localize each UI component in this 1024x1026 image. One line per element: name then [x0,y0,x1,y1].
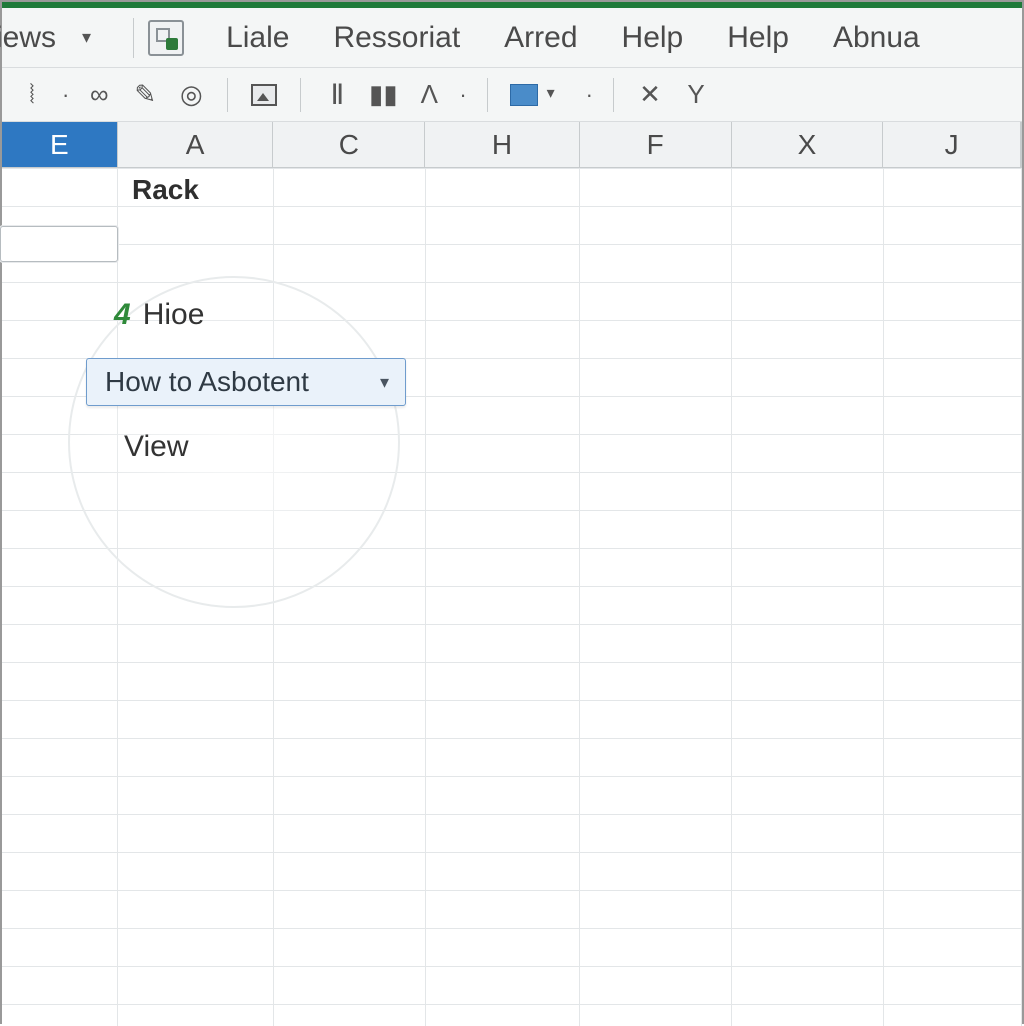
column-header-blank[interactable] [1021,122,1022,167]
ibeam-icon[interactable]: Ⅱ [321,79,353,111]
column-header-e[interactable]: E [2,122,118,167]
lambda-icon[interactable]: Λ [413,79,445,111]
popup-panel: 4 Hioe How to Asbotent ▾ View [86,298,406,464]
menu-item-liale[interactable]: Liale [204,15,311,61]
popup-row-label: Hioe [143,298,205,332]
view-dropdown-label: iews [0,21,56,55]
column-header-h[interactable]: H [425,122,580,167]
link-icon[interactable]: ∞ [83,79,115,111]
menu-item-ressoriat[interactable]: Ressoriat [311,15,482,61]
menubar: iews ▾ Liale Ressoriat Arred Help Help A… [2,8,1022,68]
column-header-a[interactable]: A [118,122,274,167]
column-headers: E A C H F X J [2,122,1022,168]
separator [133,18,134,58]
bullseye-icon[interactable]: ◎ [175,79,207,111]
menu-item-help-2[interactable]: Help [705,15,811,61]
separator [300,78,301,112]
x-icon[interactable]: ✕ [634,79,666,111]
how-to-dropdown-label: How to Asbotent [105,366,309,398]
pen-icon[interactable]: ✎ [129,79,161,111]
menu-item-arred[interactable]: Arred [482,15,599,61]
chevron-down-icon: ▾ [78,27,91,48]
rec-icon[interactable]: ▮▮ [367,79,399,111]
popup-row-indicator: 4 Hioe [86,298,406,332]
separator [227,78,228,112]
separator [613,78,614,112]
column-header-f[interactable]: F [580,122,732,167]
dot-icon: · [62,82,69,108]
chevron-down-icon: ▾ [380,372,389,393]
spreadsheet-grid[interactable]: Rack 4 Hioe How to Asbotent ▾ View [2,168,1022,1026]
column-header-x[interactable]: X [732,122,884,167]
fill-color-icon[interactable] [508,79,540,111]
column-header-c[interactable]: C [273,122,425,167]
column-header-j[interactable]: J [883,122,1021,167]
popup-view-label[interactable]: View [86,430,406,464]
name-box[interactable] [0,226,118,262]
separator [487,78,488,112]
window-tool-icon[interactable] [148,20,184,56]
menu-item-abnua[interactable]: Abnua [811,15,942,61]
menu-item-help[interactable]: Help [600,15,706,61]
cell-a1[interactable]: Rack [124,172,207,208]
toolbar-icon-1[interactable]: ⦚ [16,79,48,111]
image-icon[interactable] [248,79,280,111]
toolbar: ⦚ · ∞ ✎ ◎ Ⅱ ▮▮ Λ · · ✕ Y [2,68,1022,122]
y-icon[interactable]: Y [680,79,712,111]
view-dropdown[interactable]: iews ▾ [0,15,101,61]
popup-row-number: 4 [114,298,131,332]
how-to-dropdown[interactable]: How to Asbotent ▾ [86,358,406,406]
dot-icon: · [459,82,466,108]
dot-icon: · [586,82,593,108]
